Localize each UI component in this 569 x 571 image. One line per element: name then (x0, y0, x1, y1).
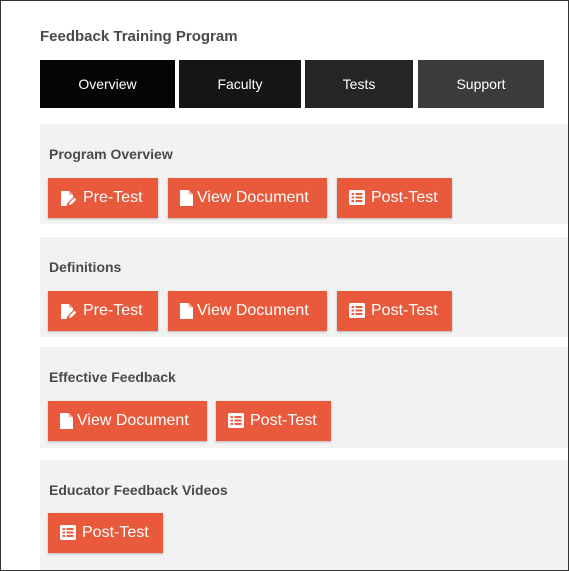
view-document-button[interactable]: View Document (168, 178, 327, 218)
document-icon (180, 190, 193, 206)
button-label: Pre-Test (83, 302, 143, 319)
tab-overview[interactable]: Overview (40, 60, 175, 108)
list-icon (349, 303, 365, 318)
pre-test-button[interactable]: Pre-Test (48, 178, 158, 218)
tab-faculty[interactable]: Faculty (179, 60, 301, 108)
button-label: Pre-Test (83, 189, 143, 206)
document-icon (180, 303, 193, 319)
section-title: Program Overview (49, 146, 173, 162)
edit-icon (61, 191, 76, 206)
program-panel: Feedback Training Program Overview Facul… (0, 0, 569, 571)
section-educator-feedback-videos: Educator Feedback Videos Post-Test (40, 460, 568, 570)
button-label: Post-Test (250, 412, 317, 429)
section-program-overview: Program Overview Pre-Test View Document (40, 124, 568, 224)
section-definitions: Definitions Pre-Test View Document Post-… (40, 237, 568, 337)
edit-icon (61, 304, 76, 319)
page-title: Feedback Training Program (40, 28, 238, 45)
section-title: Definitions (49, 259, 122, 275)
button-label: Post-Test (82, 524, 149, 541)
button-label: Post-Test (371, 302, 438, 319)
list-icon (60, 525, 76, 540)
post-test-button[interactable]: Post-Test (216, 401, 331, 441)
section-effective-feedback: Effective Feedback View Document Post-Te… (40, 347, 568, 448)
document-icon (60, 413, 73, 429)
post-test-button[interactable]: Post-Test (337, 291, 452, 331)
button-label: View Document (77, 412, 189, 429)
tab-tests[interactable]: Tests (305, 60, 413, 108)
list-icon (228, 413, 244, 428)
post-test-button[interactable]: Post-Test (337, 178, 452, 218)
tab-support[interactable]: Support (418, 60, 544, 108)
list-icon (349, 190, 365, 205)
pre-test-button[interactable]: Pre-Test (48, 291, 158, 331)
section-title: Effective Feedback (49, 369, 176, 385)
view-document-button[interactable]: View Document (48, 401, 207, 441)
post-test-button[interactable]: Post-Test (48, 513, 163, 553)
view-document-button[interactable]: View Document (168, 291, 327, 331)
button-label: View Document (197, 189, 309, 206)
button-label: Post-Test (371, 189, 438, 206)
section-title: Educator Feedback Videos (49, 482, 228, 498)
button-label: View Document (197, 302, 309, 319)
